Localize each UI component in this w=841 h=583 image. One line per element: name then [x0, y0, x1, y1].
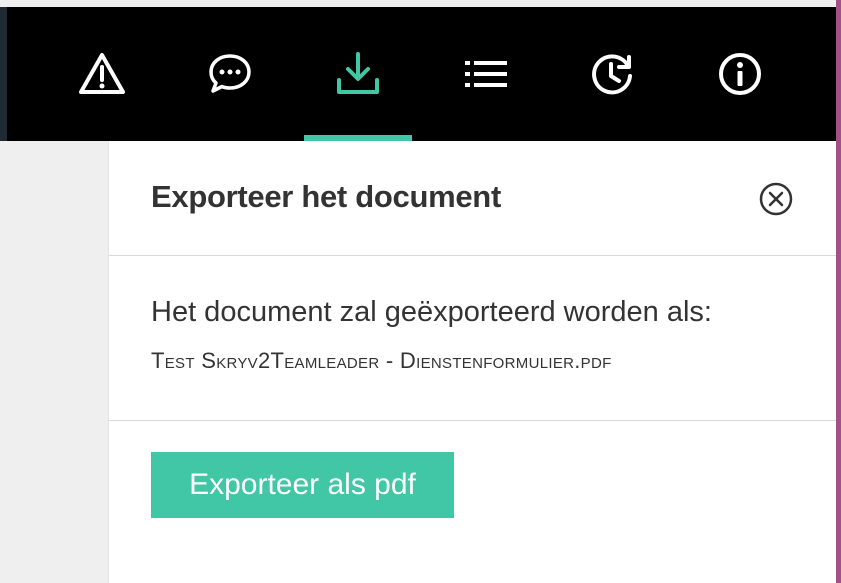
top-toolbar	[0, 7, 836, 141]
info-icon	[719, 53, 761, 95]
warning-icon	[79, 53, 125, 94]
export-panel: Exporteer het document Het document zal …	[108, 141, 836, 583]
download-icon	[337, 52, 379, 94]
history-button[interactable]	[562, 7, 662, 141]
export-filename: Test Skryv2Teamleader - Dienstenformulie…	[151, 348, 612, 373]
toolbar-edge	[0, 7, 7, 141]
history-icon	[592, 54, 632, 95]
warning-button[interactable]	[52, 7, 152, 141]
chat-icon	[209, 54, 251, 93]
info-button[interactable]	[690, 7, 790, 141]
comments-button[interactable]	[180, 7, 280, 141]
panel-header: Exporteer het document	[109, 141, 836, 256]
export-pdf-button[interactable]: Exporteer als pdf	[151, 452, 454, 518]
list-icon	[465, 61, 507, 87]
export-description: Het document zal geëxporteerd worden als…	[151, 296, 712, 328]
window-edge	[836, 0, 841, 583]
close-circle-icon	[759, 182, 793, 216]
panel-title: Exporteer het document	[151, 179, 501, 214]
panel-body: Het document zal geëxporteerd worden als…	[109, 256, 836, 421]
list-button[interactable]	[436, 7, 536, 141]
close-button[interactable]	[758, 181, 794, 217]
export-tab-button[interactable]	[304, 7, 412, 141]
